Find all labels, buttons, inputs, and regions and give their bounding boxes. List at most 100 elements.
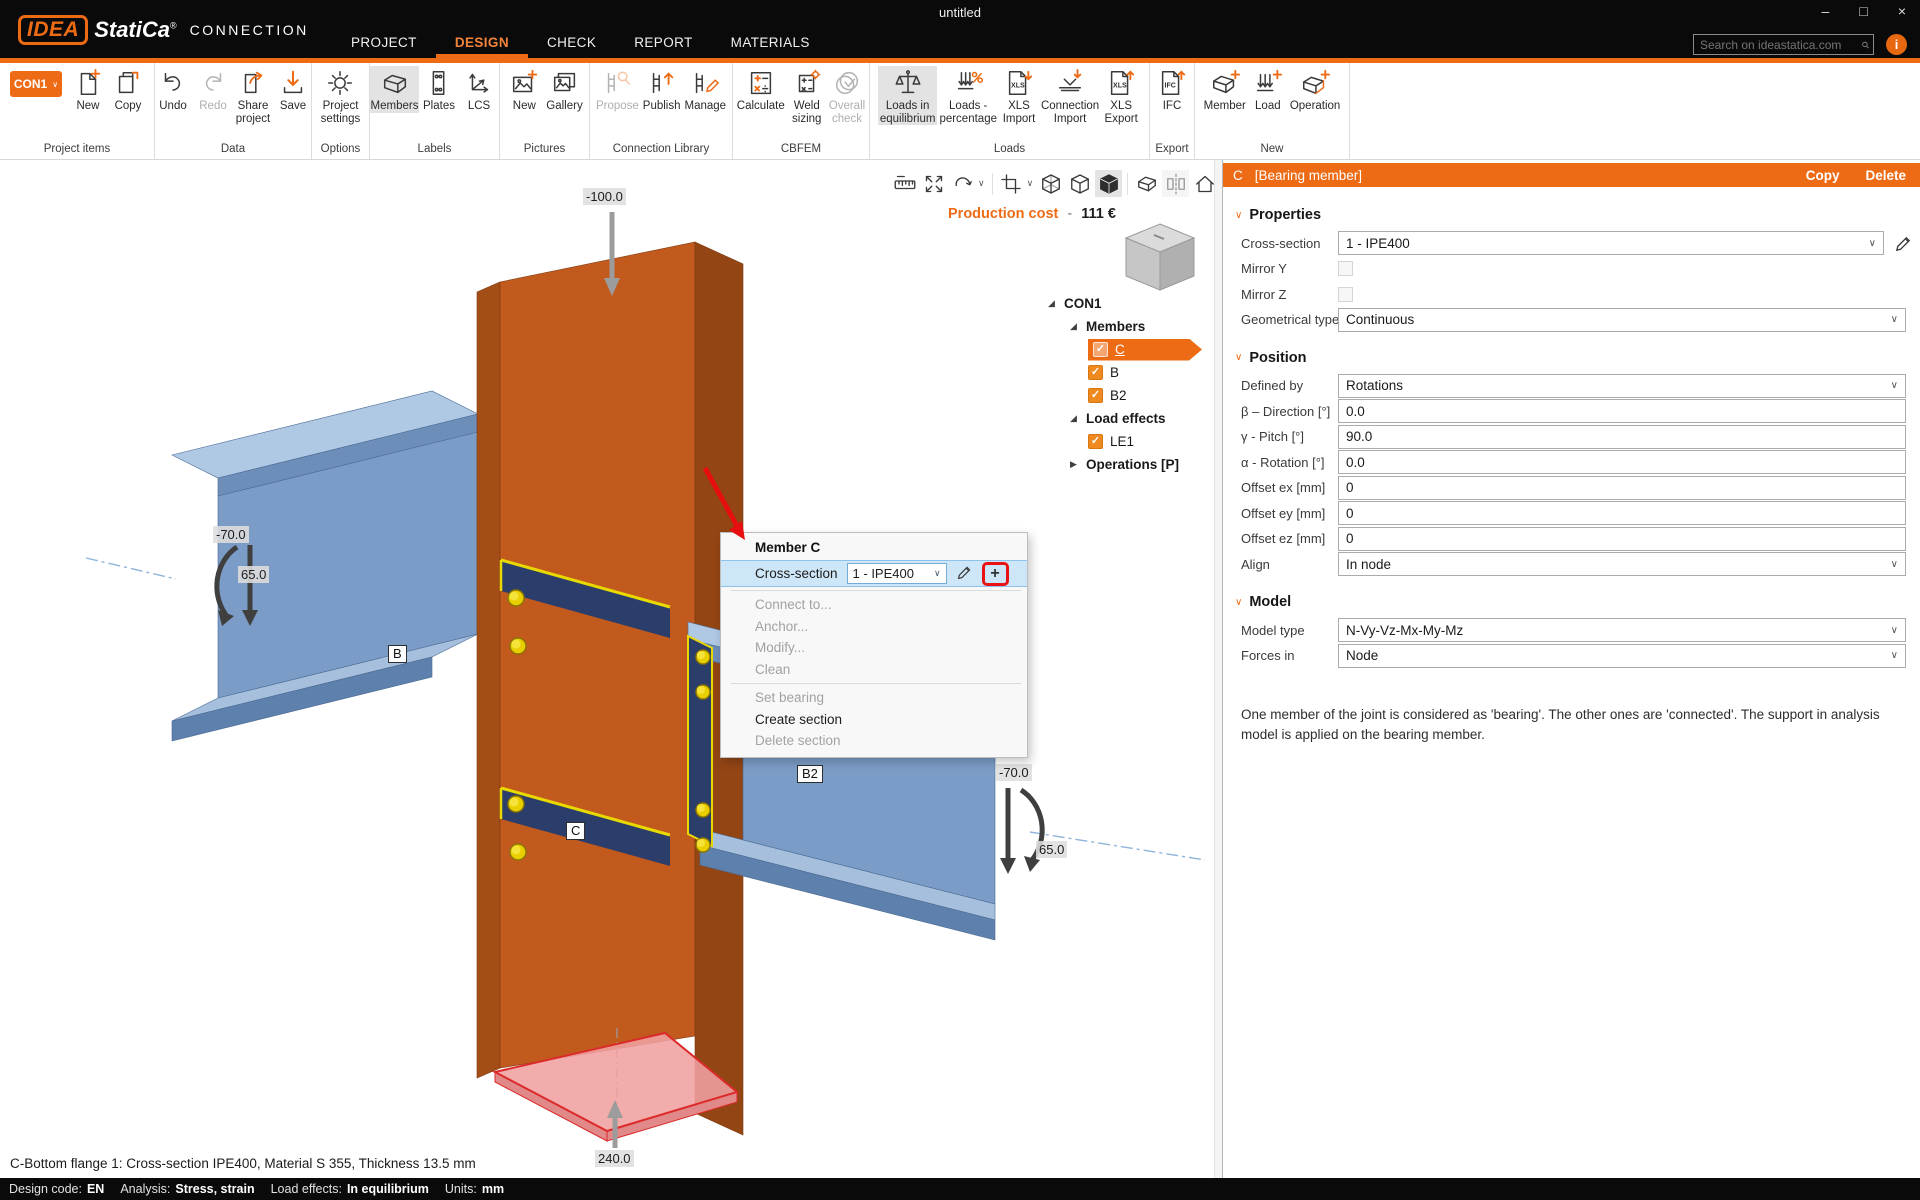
- menu-item-create-section[interactable]: Create section: [721, 709, 1027, 731]
- checkbox-checked-icon[interactable]: ✓: [1088, 434, 1103, 449]
- offset-ez-mm-input[interactable]: 0: [1338, 527, 1906, 551]
- minimize-button[interactable]: –: [1822, 3, 1830, 19]
- close-button[interactable]: ×: [1898, 3, 1906, 19]
- tab-report[interactable]: REPORT: [615, 26, 711, 58]
- cube-solid-icon[interactable]: [1095, 170, 1122, 197]
- tree-group-operations-p[interactable]: ▶Operations [P]: [1048, 453, 1206, 476]
- save-button[interactable]: Save: [273, 66, 313, 113]
- member-button[interactable]: Member: [1202, 66, 1248, 113]
- undo-button[interactable]: Undo: [153, 66, 193, 113]
- edit-pencil-icon[interactable]: [956, 564, 973, 584]
- cube-hidden-icon[interactable]: [1066, 170, 1093, 197]
- section-header-properties[interactable]: ∨Properties: [1235, 207, 1906, 223]
- rotation-input[interactable]: 0.0: [1338, 450, 1906, 474]
- share-project-button[interactable]: Share project: [233, 66, 273, 125]
- tree-group-members[interactable]: ◢Members: [1048, 315, 1206, 338]
- tab-check[interactable]: CHECK: [528, 26, 615, 58]
- connection-import-button[interactable]: Connection Import: [1039, 66, 1101, 125]
- section-header-position[interactable]: ∨Position: [1235, 350, 1906, 366]
- tree-item-le1[interactable]: ✓LE1: [1048, 430, 1206, 453]
- member-label-b[interactable]: B: [388, 645, 407, 663]
- edit-pencil-icon[interactable]: [1894, 234, 1913, 253]
- expander-icon[interactable]: ◢: [1070, 413, 1086, 424]
- load-value-label[interactable]: -70.0: [213, 526, 249, 543]
- tree-group-load-effects[interactable]: ◢Load effects: [1048, 407, 1206, 430]
- xls-export-button[interactable]: XLSXLS Export: [1101, 66, 1141, 125]
- tree-item-c[interactable]: ✓C: [1048, 338, 1206, 361]
- tab-project[interactable]: PROJECT: [332, 26, 436, 58]
- gallery-button[interactable]: Gallery: [544, 66, 584, 113]
- search-box[interactable]: [1693, 34, 1874, 55]
- cross-section-row[interactable]: Cross-section 1 - IPE400 ∨ +: [721, 560, 1027, 587]
- delete-button[interactable]: Delete: [1865, 168, 1906, 183]
- load-value-label[interactable]: 65.0: [1036, 841, 1067, 858]
- checkbox-checked-icon[interactable]: ✓: [1088, 365, 1103, 380]
- load-value-label[interactable]: -100.0: [583, 188, 626, 205]
- align-select[interactable]: In node∨: [1338, 552, 1906, 576]
- info-icon[interactable]: i: [1886, 34, 1907, 55]
- new-button[interactable]: New: [504, 66, 544, 113]
- manage-button[interactable]: Manage: [683, 66, 729, 113]
- new-button[interactable]: New: [68, 66, 108, 113]
- crop-icon[interactable]: [998, 170, 1025, 197]
- lcs-button[interactable]: LCS: [459, 66, 499, 113]
- model-type-select[interactable]: N-Vy-Vz-Mx-My-Mz∨: [1338, 618, 1906, 642]
- member-label-c[interactable]: C: [566, 822, 585, 840]
- offset-ey-mm-input[interactable]: 0: [1338, 501, 1906, 525]
- rotate-icon[interactable]: [949, 170, 976, 197]
- tab-design[interactable]: DESIGN: [436, 26, 528, 58]
- search-input[interactable]: [1694, 38, 1861, 52]
- chevron-down-icon[interactable]: ∨: [978, 178, 985, 189]
- ifc-button[interactable]: IFCIFC: [1152, 66, 1192, 113]
- load-value-label[interactable]: 65.0: [238, 566, 269, 583]
- status-units[interactable]: Units:mm: [445, 1182, 504, 1196]
- tree-item-b2[interactable]: ✓B2: [1048, 384, 1206, 407]
- status-load-effects[interactable]: Load effects:In equilibrium: [271, 1182, 429, 1196]
- operation-button[interactable]: Operation: [1288, 66, 1343, 113]
- dimension-label[interactable]: 240.0: [595, 1150, 634, 1167]
- tree-root[interactable]: ◢CON1: [1048, 292, 1206, 315]
- clip-icon[interactable]: [1133, 170, 1160, 197]
- status-analysis[interactable]: Analysis:Stress, strain: [120, 1182, 254, 1196]
- pitch-input[interactable]: 90.0: [1338, 425, 1906, 449]
- offset-ex-mm-input[interactable]: 0: [1338, 476, 1906, 500]
- mirror-z-checkbox[interactable]: [1338, 287, 1353, 302]
- add-cross-section-button-highlighted[interactable]: +: [982, 562, 1009, 586]
- tree-item-b[interactable]: ✓B: [1048, 361, 1206, 384]
- status-design-code[interactable]: Design code:EN: [9, 1182, 104, 1196]
- cube-wire-icon[interactable]: [1037, 170, 1064, 197]
- expander-icon[interactable]: ◢: [1070, 321, 1086, 332]
- model-beam-b[interactable]: [172, 391, 478, 741]
- fit-icon[interactable]: [920, 170, 947, 197]
- cross-section-select[interactable]: 1 - IPE400∨: [1338, 231, 1884, 255]
- section-header-model[interactable]: ∨Model: [1235, 594, 1906, 610]
- load-value-label[interactable]: -70.0: [996, 764, 1032, 781]
- copy-button[interactable]: Copy: [108, 66, 148, 113]
- model-viewport[interactable]: ∨∨ Production cost - 111 € -100.0 -70.0 …: [0, 160, 1222, 1178]
- plates-button[interactable]: Plates: [419, 66, 459, 113]
- project-settings-button[interactable]: Project settings: [319, 66, 363, 125]
- members-button[interactable]: Members: [370, 66, 419, 113]
- checkbox-checked-icon[interactable]: ✓: [1088, 388, 1103, 403]
- loads-percentage-button[interactable]: Loads - percentage: [937, 66, 999, 125]
- load-button[interactable]: Load: [1248, 66, 1288, 113]
- home-icon[interactable]: [1191, 170, 1218, 197]
- member-label-b2[interactable]: B2: [797, 765, 823, 783]
- forces-in-select[interactable]: Node∨: [1338, 644, 1906, 668]
- cross-section-select[interactable]: 1 - IPE400 ∨: [847, 563, 947, 584]
- geometrical-type-select[interactable]: Continuous∨: [1338, 308, 1906, 332]
- mirror-y-checkbox[interactable]: [1338, 261, 1353, 276]
- project-item-selector[interactable]: CON1∨: [10, 71, 62, 97]
- checkbox-checked-icon[interactable]: ✓: [1093, 342, 1108, 357]
- maximize-button[interactable]: □: [1859, 3, 1867, 19]
- calculate-button[interactable]: Calculate: [735, 66, 787, 113]
- direction-input[interactable]: 0.0: [1338, 399, 1906, 423]
- panel-splitter[interactable]: [1214, 160, 1222, 1178]
- defined-by-select[interactable]: Rotations∨: [1338, 374, 1906, 398]
- tab-materials[interactable]: MATERIALS: [712, 26, 829, 58]
- measure-icon[interactable]: [891, 170, 918, 197]
- publish-button[interactable]: Publish: [641, 66, 683, 113]
- chevron-right-icon[interactable]: ▶: [1070, 459, 1086, 470]
- weld-sizing-button[interactable]: Weld sizing: [787, 66, 827, 125]
- copy-button[interactable]: Copy: [1806, 168, 1840, 183]
